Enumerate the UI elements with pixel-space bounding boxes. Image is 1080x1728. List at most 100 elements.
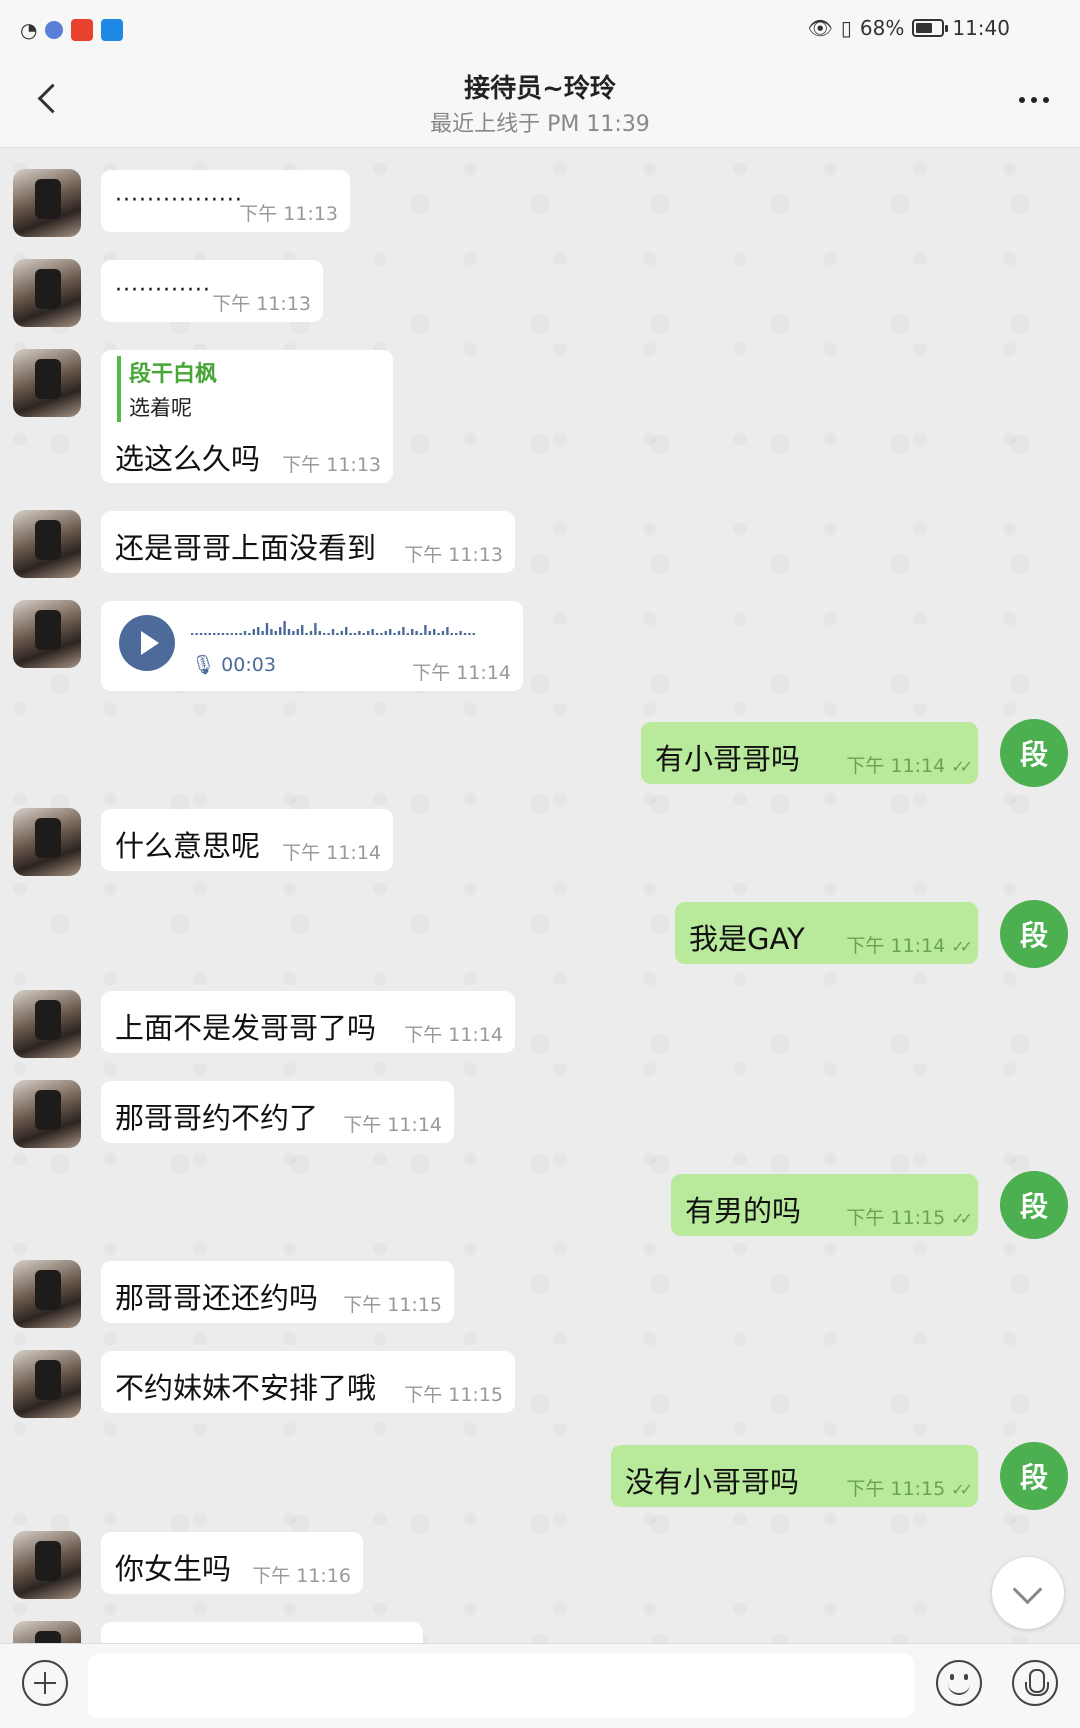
waveform-bar — [450, 633, 453, 635]
quoted-text: 选着呢 — [129, 396, 192, 420]
waveform-bar — [195, 633, 198, 635]
message-text: 什么意思呢 — [115, 829, 261, 863]
contact-avatar[interactable] — [13, 169, 81, 237]
battery-fill — [916, 23, 933, 33]
waveform-bar — [230, 633, 233, 635]
waveform-bar — [243, 631, 247, 635]
double-check-icon: ✓✓ — [951, 757, 973, 776]
message-bubble-incoming[interactable]: ············ 下午 11:13 — [101, 260, 323, 322]
message-text: ················ — [115, 188, 243, 213]
message-bubble-incoming[interactable]: 不约妹妹不安排了哦 下午 11:15 — [101, 1351, 515, 1413]
message-time: 下午 11:14 ✓✓ — [846, 931, 973, 958]
waveform-bar — [235, 633, 238, 635]
waveform-bar — [318, 631, 321, 635]
eye-icon: 👁 — [807, 16, 833, 40]
waveform-bar — [239, 633, 242, 635]
play-icon[interactable] — [119, 615, 175, 671]
message-bubble-incoming[interactable] — [101, 1622, 423, 1643]
waveform-bar — [349, 633, 352, 635]
waveform-bar — [261, 631, 264, 635]
vibrate-icon: ▯ — [840, 16, 852, 40]
message-text: 有男的吗 — [685, 1194, 802, 1228]
message-bubble-outgoing[interactable]: 有男的吗 下午 11:15 ✓✓ — [671, 1174, 978, 1236]
message-time: 下午 11:13 — [282, 454, 381, 476]
waveform-bar — [331, 629, 335, 635]
waveform-bar — [217, 633, 220, 635]
voice-waveform[interactable] — [191, 617, 481, 637]
contact-avatar[interactable] — [13, 349, 81, 417]
chevron-down-icon[interactable] — [992, 1557, 1064, 1629]
message-bubble-incoming[interactable]: ················ 下午 11:13 — [101, 170, 350, 232]
message-list[interactable]: ················ 下午 11:13 ············ 下… — [0, 149, 1080, 1643]
contact-avatar[interactable] — [13, 1080, 81, 1148]
message-time: 下午 11:14 — [412, 662, 511, 684]
waveform-bar — [472, 633, 475, 635]
waveform-bar — [433, 629, 436, 635]
message-text: 你女生吗 — [115, 1552, 232, 1586]
message-bubble-incoming[interactable]: 什么意思呢 下午 11:14 — [101, 809, 393, 871]
quoted-message[interactable]: 段干白枫 选着呢 — [117, 356, 217, 422]
waveform-bar — [274, 631, 277, 635]
message-bubble-outgoing[interactable]: 有小哥哥吗 下午 11:14 ✓✓ — [641, 722, 978, 784]
contact-avatar[interactable] — [13, 259, 81, 327]
waveform-bar — [191, 633, 194, 635]
message-input[interactable] — [88, 1654, 914, 1718]
waveform-bar — [446, 627, 449, 635]
message-bubble-incoming[interactable]: 那哥哥还还约吗 下午 11:15 — [101, 1261, 454, 1323]
waveform-bar — [199, 633, 203, 635]
my-avatar[interactable]: 段 — [1000, 1171, 1068, 1239]
chat-header: 接待员~玲玲 最近上线于 PM 11:39 — [0, 60, 1080, 148]
battery-percent: 68% — [859, 16, 905, 40]
waveform-bar — [279, 627, 282, 635]
message-time: 下午 11:13 — [212, 293, 311, 315]
message-time-value: 下午 11:15 — [846, 1207, 946, 1229]
waveform-bar — [437, 633, 440, 635]
voice-message-bubble[interactable]: 🎙 00:03 下午 11:14 — [101, 601, 523, 691]
message-text: 还是哥哥上面没看到 — [115, 531, 377, 565]
status-right: 👁 ▯ 68% 11:40 — [808, 16, 1011, 40]
contact-avatar[interactable] — [13, 1621, 81, 1643]
contact-avatar[interactable] — [13, 808, 81, 876]
contact-avatar[interactable] — [13, 600, 81, 668]
more-dots-icon[interactable] — [1014, 90, 1054, 110]
battery-icon — [912, 19, 949, 37]
message-bubble-outgoing[interactable]: 我是GAY 下午 11:14 ✓✓ — [675, 902, 978, 964]
message-bubble-incoming[interactable]: 你女生吗 下午 11:16 — [101, 1532, 363, 1594]
waveform-bar — [327, 633, 330, 635]
contact-avatar[interactable] — [13, 990, 81, 1058]
message-time: 下午 11:15 — [404, 1384, 503, 1406]
waveform-bar — [455, 633, 458, 635]
message-time: 下午 11:15 — [343, 1294, 442, 1316]
message-text: 那哥哥约不约了 — [115, 1101, 319, 1135]
my-avatar[interactable]: 段 — [1000, 719, 1068, 787]
waveform-bar — [287, 629, 291, 635]
message-time: 下午 11:13 — [404, 544, 503, 566]
my-avatar[interactable]: 段 — [1000, 1442, 1068, 1510]
waveform-bar — [204, 633, 207, 635]
last-seen-status: 最近上线于 PM 11:39 — [430, 112, 650, 137]
message-text: 不约妹妹不安排了哦 — [115, 1371, 377, 1405]
message-bubble-incoming-reply[interactable]: 段干白枫 选着呢 选这么久吗 下午 11:13 — [101, 350, 393, 483]
message-time: 下午 11:13 — [239, 203, 338, 225]
waveform-bar — [362, 633, 365, 635]
emoji-icon[interactable] — [936, 1660, 982, 1706]
contact-avatar[interactable] — [13, 1260, 81, 1328]
message-bubble-outgoing[interactable]: 没有小哥哥吗 下午 11:15 ✓✓ — [611, 1445, 978, 1507]
waveform-bar — [213, 633, 216, 635]
message-input-bar — [0, 1643, 1080, 1728]
message-bubble-incoming[interactable]: 那哥哥约不约了 下午 11:14 — [101, 1081, 454, 1143]
status-left-icons: ◔ — [20, 18, 124, 42]
message-bubble-incoming[interactable]: 还是哥哥上面没看到 下午 11:13 — [101, 511, 515, 573]
waveform-bar — [393, 633, 396, 635]
contact-avatar[interactable] — [13, 510, 81, 578]
microphone-icon[interactable] — [1012, 1660, 1058, 1706]
waveform-bar — [367, 631, 370, 635]
contact-avatar[interactable] — [13, 1350, 81, 1418]
waveform-bar — [252, 629, 255, 635]
my-avatar[interactable]: 段 — [1000, 900, 1068, 968]
message-bubble-incoming[interactable]: 上面不是发哥哥了吗 下午 11:14 — [101, 991, 515, 1053]
app-notification-icon-2 — [101, 19, 124, 41]
contact-avatar[interactable] — [13, 1531, 81, 1599]
app-notification-icon — [71, 19, 94, 41]
plus-icon[interactable] — [22, 1660, 68, 1706]
